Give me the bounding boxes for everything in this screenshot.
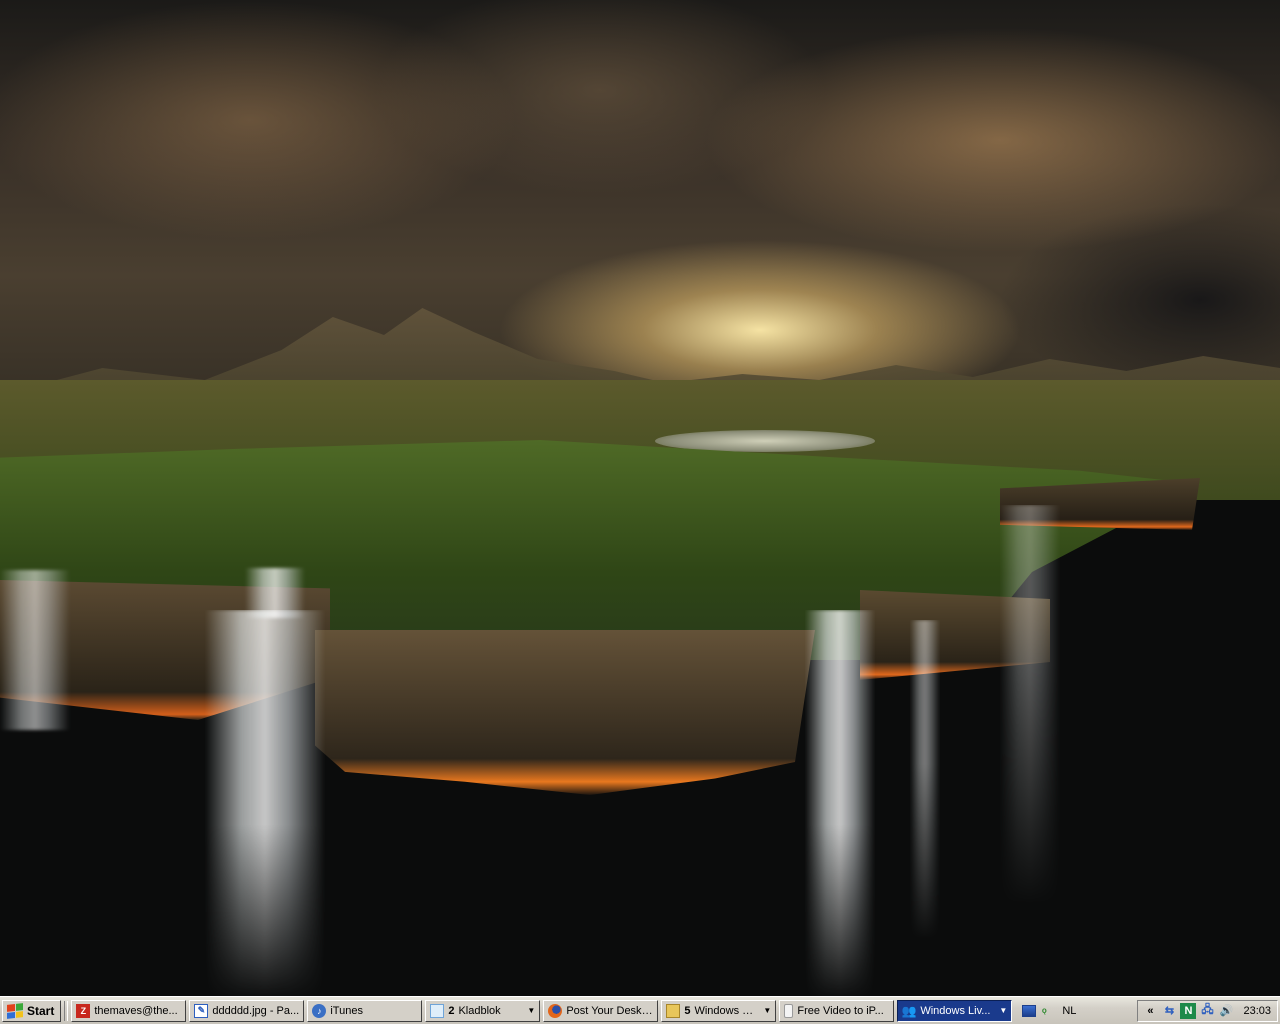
task-buttons: Z themaves@the... ✎ dddddd.jpg - Pa... ♪… <box>71 999 1013 1022</box>
small-launcher-icon[interactable]: ǫ <box>1040 1003 1048 1019</box>
task-label: dddddd.jpg - Pa... <box>212 1004 300 1017</box>
messenger-icon: 👥 <box>901 1003 917 1018</box>
taskbar: Start Z themaves@the... ✎ dddddd.jpg - P… <box>0 996 1280 1024</box>
filezilla-icon: Z <box>76 1003 91 1018</box>
waterfall <box>805 610 875 996</box>
task-firefox[interactable]: Post Your Deskt... <box>543 999 659 1022</box>
waterfall <box>910 620 940 940</box>
dropdown-arrow-icon: ▼ <box>763 1006 772 1015</box>
paint-icon: ✎ <box>194 1003 209 1018</box>
network-icon[interactable]: ⇆ <box>1161 1003 1177 1019</box>
taskbar-separator <box>64 1000 69 1021</box>
task-filezilla[interactable]: Z themaves@the... <box>71 999 187 1022</box>
tray-expand-chevron[interactable]: « <box>1142 1003 1158 1019</box>
device-icon <box>784 1003 794 1018</box>
task-video-converter[interactable]: Free Video to iP... <box>779 999 895 1022</box>
void-mist <box>0 680 1280 996</box>
desktop-wallpaper[interactable] <box>0 0 1280 996</box>
quick-launch: ǫ <box>1022 1003 1048 1019</box>
dropdown-arrow-icon: ▼ <box>527 1006 536 1015</box>
stormy-sky <box>0 0 1280 460</box>
task-label: Windows Ve... <box>694 1004 760 1017</box>
notepad-icon <box>430 1003 445 1018</box>
task-explorer-group[interactable]: 5 Windows Ve... ▼ <box>661 999 777 1022</box>
task-label: Free Video to iP... <box>797 1004 884 1017</box>
cliff-far <box>1000 478 1200 530</box>
task-paint[interactable]: ✎ dddddd.jpg - Pa... <box>189 999 305 1022</box>
system-tray: « ⇆ N 🖧 🔊 23:03 <box>1137 999 1278 1022</box>
waterfall <box>1000 505 1060 905</box>
distant-lake <box>655 430 875 452</box>
cliff-left <box>0 580 330 720</box>
waterfall <box>0 570 70 730</box>
forest-island <box>0 440 1200 660</box>
dropdown-arrow-icon: ▼ <box>999 1006 1008 1015</box>
task-label: Post Your Deskt... <box>566 1004 654 1017</box>
firefox-icon <box>548 1003 563 1018</box>
task-count: 2 <box>448 1004 455 1017</box>
task-label: Kladblok <box>458 1004 501 1017</box>
itunes-icon: ♪ <box>312 1003 327 1018</box>
task-label: Windows Liv... <box>920 1004 991 1017</box>
task-itunes[interactable]: ♪ iTunes <box>307 999 423 1022</box>
clock[interactable]: 23:03 <box>1243 1005 1271 1017</box>
task-label: iTunes <box>330 1004 363 1017</box>
norton-icon[interactable]: N <box>1180 1002 1197 1019</box>
task-messenger-group[interactable]: 👥 Windows Liv... ▼ <box>897 999 1013 1022</box>
connection-icon[interactable]: 🖧 <box>1199 1003 1215 1019</box>
task-count: 5 <box>684 1004 691 1017</box>
volume-icon[interactable]: 🔊 <box>1218 1003 1234 1019</box>
folder-icon <box>666 1003 681 1018</box>
start-label: Start <box>27 1003 55 1018</box>
windows-logo-icon <box>7 1002 23 1019</box>
cliff-main <box>315 630 815 795</box>
task-label: themaves@the... <box>94 1004 178 1017</box>
cliff-right <box>860 590 1050 680</box>
far-plain <box>0 380 1280 500</box>
start-button[interactable]: Start <box>2 999 62 1022</box>
waterfall <box>245 568 305 618</box>
mountain-range <box>0 308 1280 440</box>
task-notepad-group[interactable]: 2 Kladblok ▼ <box>425 999 541 1022</box>
language-indicator[interactable]: NL <box>1058 1005 1080 1017</box>
show-desktop-icon[interactable] <box>1022 1004 1037 1017</box>
waterfall <box>205 610 325 996</box>
